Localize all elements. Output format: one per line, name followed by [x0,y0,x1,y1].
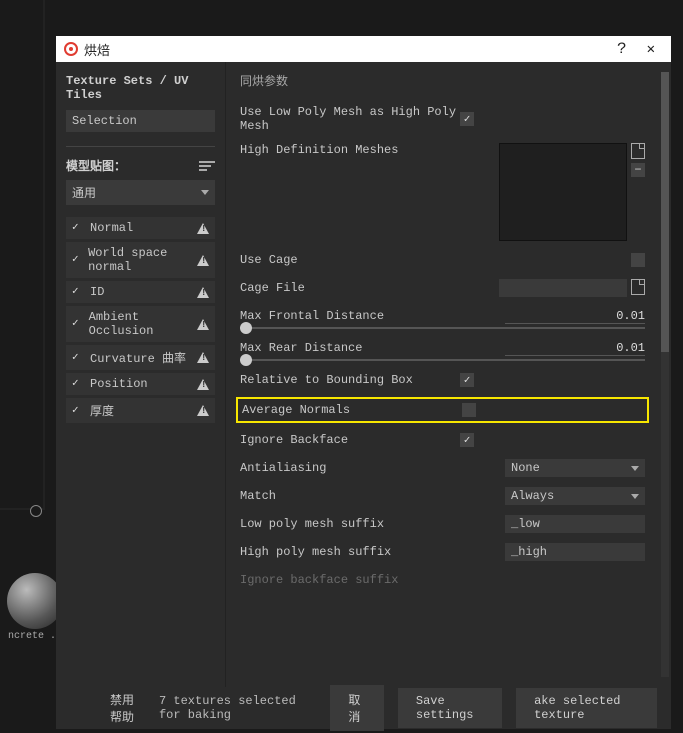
check-icon [72,378,84,390]
right-column: 同烘参数 Use Low Poly Mesh as High Poly Mesh… [226,62,671,687]
max-frontal-slider[interactable] [240,327,645,329]
mesh-item-label: Normal [90,221,133,235]
average-normals-checkbox[interactable] [462,403,476,417]
relative-bbox-label: Relative to Bounding Box [240,373,460,387]
scrollbar-thumb[interactable] [661,72,669,352]
texture-sets-header: Texture Sets / UV Tiles [66,74,215,102]
low-suffix-label: Low poly mesh suffix [240,517,460,531]
mesh-item-label: World space normal [88,246,197,274]
mesh-maps-header: 模型贴图： [66,157,126,174]
common-dropdown[interactable]: 通用 [66,180,215,205]
background-radio [30,505,42,517]
max-rear-slider[interactable] [240,359,645,361]
warning-icon [197,405,209,416]
use-low-as-high-checkbox[interactable] [460,112,474,126]
remove-icon[interactable]: − [631,163,645,177]
mesh-item-curvature[interactable]: Curvature 曲率 [66,345,215,370]
mesh-item-label: Curvature 曲率 [90,349,186,366]
background-panel-edge [0,0,45,510]
common-label: 通用 [72,184,96,201]
use-cage-label: Use Cage [240,253,460,267]
check-icon [72,352,84,364]
cage-file-label: Cage File [240,281,460,295]
selection-label: Selection [72,114,137,128]
mesh-item-label: 厚度 [90,402,114,419]
warning-icon [197,319,209,330]
warning-icon [197,287,209,298]
low-suffix-field[interactable]: _low [505,515,645,533]
check-icon [72,222,84,234]
mesh-item-label: Position [90,377,148,391]
bake-selected-button[interactable]: ake selected texture [516,688,657,728]
help-button[interactable]: ? [605,40,639,58]
thumb-label: ncrete .. [8,631,62,642]
high-def-meshes-list[interactable] [499,143,627,241]
add-file-icon[interactable] [631,143,645,159]
match-select[interactable]: Always [505,487,645,505]
chevron-down-icon [631,466,639,471]
ignore-bf-suffix-label: Ignore backface suffix [240,573,460,587]
close-button[interactable]: ✕ [639,41,663,58]
scrollbar[interactable] [661,72,669,677]
check-icon [72,318,83,330]
max-frontal-label: Max Frontal Distance [240,309,460,323]
cage-file-field[interactable] [499,279,627,297]
ignore-backface-label: Ignore Backface [240,433,460,447]
antialiasing-label: Antialiasing [240,461,460,475]
warning-icon [197,352,209,363]
max-frontal-value[interactable]: 0.01 [505,309,645,324]
low-suffix-value: _low [511,517,540,531]
warning-icon [197,379,209,390]
mesh-item-label: ID [90,285,104,299]
main-panel: Texture Sets / UV Tiles Selection 模型贴图： … [56,62,671,687]
mesh-item-id[interactable]: ID [66,281,215,303]
selected-info: 7 textures selected for baking [159,694,316,722]
average-normals-highlight: Average Normals [236,397,649,423]
high-def-meshes-label: High Definition Meshes [240,143,460,157]
max-rear-label: Max Rear Distance [240,341,460,355]
mesh-item-normal[interactable]: Normal [66,217,215,239]
use-cage-checkbox[interactable] [631,253,645,267]
antialiasing-select[interactable]: None [505,459,645,477]
mesh-item-position[interactable]: Position [66,373,215,395]
warning-icon [197,255,209,266]
filter-icon[interactable] [199,161,215,171]
selection-box[interactable]: Selection [66,110,215,132]
titlebar: 烘焙 ? ✕ [56,36,671,62]
match-value: Always [511,489,554,503]
high-suffix-label: High poly mesh suffix [240,545,460,559]
match-label: Match [240,489,460,503]
chevron-down-icon [631,494,639,499]
use-low-as-high-label: Use Low Poly Mesh as High Poly Mesh [240,105,460,133]
browse-file-icon[interactable] [631,279,645,295]
mesh-item-label: Ambient Occlusion [89,310,197,338]
slider-thumb[interactable] [240,354,252,366]
average-normals-label: Average Normals [242,403,462,417]
high-suffix-field[interactable]: _high [505,543,645,561]
relative-bbox-checkbox[interactable] [460,373,474,387]
window-title: 烘焙 [84,40,605,59]
disable-help-label[interactable]: 禁用帮助 [110,691,145,725]
mesh-item-world-normal[interactable]: World space normal [66,242,215,278]
check-icon [72,405,84,417]
divider [66,146,215,147]
save-settings-button[interactable]: Save settings [398,688,502,728]
mesh-item-ao[interactable]: Ambient Occlusion [66,306,215,342]
app-icon [64,42,78,56]
high-suffix-value: _high [511,545,547,559]
chevron-down-icon [201,190,209,195]
antialiasing-value: None [511,461,540,475]
cancel-button[interactable]: 取消 [330,685,384,731]
common-params-header: 同烘参数 [240,72,645,89]
check-icon [72,254,82,266]
left-column: Texture Sets / UV Tiles Selection 模型贴图： … [56,62,226,687]
max-rear-value[interactable]: 0.01 [505,341,645,356]
footer: 禁用帮助 7 textures selected for baking 取消 S… [56,687,671,729]
warning-icon [197,223,209,234]
check-icon [72,286,84,298]
mesh-item-thickness[interactable]: 厚度 [66,398,215,423]
ignore-backface-checkbox[interactable] [460,433,474,447]
slider-thumb[interactable] [240,322,252,334]
